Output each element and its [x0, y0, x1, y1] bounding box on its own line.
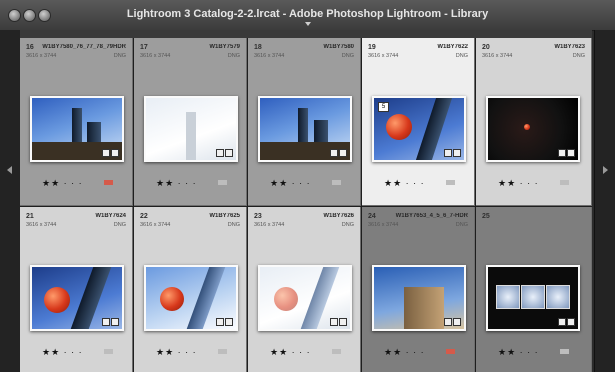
color-label[interactable] [332, 180, 341, 185]
photo-thumbnail[interactable] [372, 265, 466, 331]
photo-thumbnail[interactable] [258, 96, 352, 162]
cell-filename: W1BY7623 [554, 44, 585, 50]
photo-thumbnail[interactable] [144, 96, 238, 162]
cell-filename: W1BY7580 [323, 44, 354, 50]
grid-cell-22[interactable]: 22 W1BY7625 3616 x 3744 DNG ★★ · · · [134, 207, 247, 372]
chevron-down-icon[interactable] [304, 22, 311, 26]
cell-dimensions: 3616 x 3744 [254, 53, 285, 59]
color-label[interactable] [332, 349, 341, 354]
star-rating[interactable]: ★★ · · · [156, 347, 197, 358]
photo-thumbnail[interactable]: 5 [372, 96, 466, 162]
star-rating[interactable]: ★★ · · · [270, 347, 311, 358]
star-rating[interactable]: ★★ · · · [384, 347, 425, 358]
cell-index: 23 [254, 213, 262, 220]
cell-filetype: DNG [113, 53, 126, 59]
grid-cell-25[interactable]: 25 ★★ · · · [476, 207, 592, 372]
grid-top-edge [20, 30, 592, 38]
cell-filetype: DNG [227, 222, 240, 228]
grid-cell-16[interactable]: 16 W1BY7580_76_77_78_79HDR 3616 x 3744 D… [20, 38, 133, 206]
cell-index: 24 [368, 213, 376, 220]
photo-thumbnail[interactable] [486, 96, 580, 162]
star-rating[interactable]: ★★ · · · [270, 178, 311, 189]
thumbnail-badges [558, 149, 575, 157]
thumbnail-badges [102, 149, 119, 157]
color-label[interactable] [104, 349, 113, 354]
color-label-red[interactable] [446, 349, 455, 354]
cell-filetype: DNG [113, 222, 126, 228]
cell-filetype: DNG [572, 53, 585, 59]
thumbnail-badges [216, 149, 233, 157]
star-rating[interactable]: ★★ · · · [384, 178, 425, 189]
color-label[interactable] [560, 349, 569, 354]
grid-cell-24[interactable]: 24 W1BY7653_4_5_6_7-HDR 3616 x 3744 DNG … [362, 207, 475, 372]
library-grid: 16 W1BY7580_76_77_78_79HDR 3616 x 3744 D… [20, 38, 592, 372]
photo-thumbnail[interactable] [486, 265, 580, 331]
grid-cell-23[interactable]: 23 W1BY7626 3616 x 3744 DNG ★★ · · · [248, 207, 361, 372]
cell-filename: W1BY7626 [323, 213, 354, 219]
left-panel-toggle[interactable] [0, 30, 21, 372]
thumbnail-badges [444, 318, 461, 326]
star-rating[interactable]: ★★ · · · [498, 178, 539, 189]
cell-dimensions: 3616 x 3744 [254, 222, 285, 228]
grid-cell-18[interactable]: 18 W1BY7580 3616 x 3744 DNG ★★ · · · [248, 38, 361, 206]
thumbnail-badges [444, 149, 461, 157]
thumbnail-badges [558, 318, 575, 326]
star-rating[interactable]: ★★ · · · [42, 178, 83, 189]
thumbnail-badges [330, 318, 347, 326]
photo-thumbnail[interactable] [144, 265, 238, 331]
cell-index: 16 [26, 44, 34, 51]
cell-filename: W1BY7580_76_77_78_79HDR [42, 44, 126, 50]
star-rating[interactable]: ★★ · · · [498, 347, 539, 358]
color-label[interactable] [446, 180, 455, 185]
cell-filetype: DNG [341, 222, 354, 228]
cell-index: 21 [26, 213, 34, 220]
color-label[interactable] [218, 180, 227, 185]
cell-dimensions: 3616 x 3744 [26, 53, 57, 59]
cell-filename: W1BY7579 [209, 44, 240, 50]
right-arrow-icon [603, 166, 608, 174]
thumbnail-badges [216, 318, 233, 326]
cell-dimensions: 3616 x 3744 [26, 222, 57, 228]
color-label[interactable] [560, 180, 569, 185]
color-label[interactable] [218, 349, 227, 354]
stack-count-badge: 5 [378, 102, 389, 112]
cell-index: 20 [482, 44, 490, 51]
thumbnail-badges [330, 149, 347, 157]
title-bar: Lightroom 3 Catalog-2-2.lrcat - Adobe Ph… [0, 0, 615, 31]
grid-cell-21[interactable]: 21 W1BY7624 3616 x 3744 DNG ★★ · · · [20, 207, 133, 372]
color-label-red[interactable] [104, 180, 113, 185]
cell-index: 17 [140, 44, 148, 51]
cell-filetype: DNG [341, 53, 354, 59]
grid-cell-20[interactable]: 20 W1BY7623 3616 x 3744 DNG ★★ · · · [476, 38, 592, 206]
cell-dimensions: 3616 x 3744 [482, 53, 513, 59]
grid-cell-17[interactable]: 17 W1BY7579 3616 x 3744 DNG ★★ · · · [134, 38, 247, 206]
cell-index: 19 [368, 44, 376, 51]
cell-filename: W1BY7653_4_5_6_7-HDR [395, 213, 468, 219]
cell-filetype: DNG [455, 53, 468, 59]
cell-filename: W1BY7625 [209, 213, 240, 219]
photo-thumbnail[interactable] [30, 96, 124, 162]
thumbnail-collage [496, 285, 570, 311]
cell-dimensions: 3616 x 3744 [140, 222, 171, 228]
cell-dimensions: 3616 x 3744 [368, 53, 399, 59]
grid-cell-19[interactable]: 19 W1BY7622 3616 x 3744 DNG 5 ★★ · · · [362, 38, 475, 206]
cell-index: 22 [140, 213, 148, 220]
cell-index: 25 [482, 213, 490, 220]
photo-thumbnail[interactable] [258, 265, 352, 331]
cell-filename: W1BY7622 [437, 44, 468, 50]
star-rating[interactable]: ★★ · · · [156, 178, 197, 189]
cell-dimensions: 3616 x 3744 [368, 222, 399, 228]
cell-filetype: DNG [455, 222, 468, 228]
window-title: Lightroom 3 Catalog-2-2.lrcat - Adobe Ph… [126, 8, 489, 20]
thumbnail-badges [102, 318, 119, 326]
right-panel-toggle[interactable] [594, 30, 615, 372]
lightroom-window: Lightroom 3 Catalog-2-2.lrcat - Adobe Ph… [0, 0, 615, 372]
left-arrow-icon [7, 166, 12, 174]
star-rating[interactable]: ★★ · · · [42, 347, 83, 358]
cell-filename: W1BY7624 [95, 213, 126, 219]
photo-thumbnail[interactable] [30, 265, 124, 331]
cell-index: 18 [254, 44, 262, 51]
cell-filetype: DNG [227, 53, 240, 59]
cell-dimensions: 3616 x 3744 [140, 53, 171, 59]
